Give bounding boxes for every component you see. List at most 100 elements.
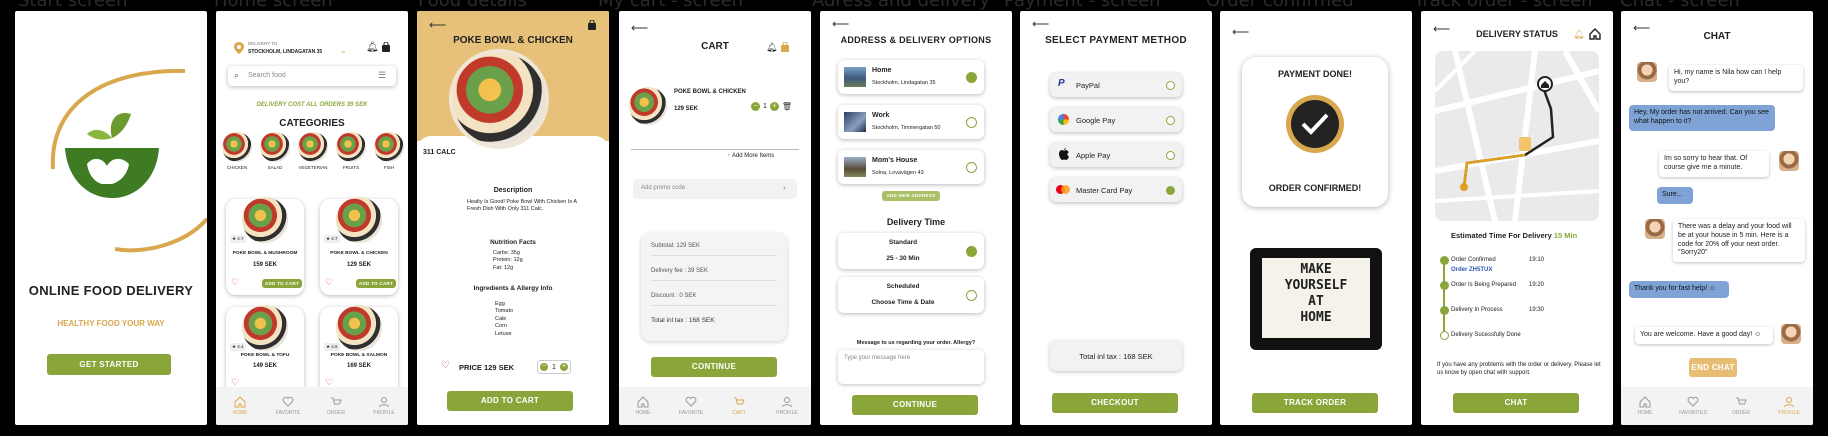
address-option-home[interactable]: Home Stockholm, Lindagatan 35 bbox=[838, 60, 984, 94]
timeline-step: Delivery Sucessfully Done bbox=[1451, 332, 1521, 338]
nav-cart[interactable]: CART bbox=[724, 396, 754, 416]
category-item[interactable]: VEGETERIAN bbox=[296, 132, 330, 170]
bag-icon[interactable] bbox=[587, 20, 597, 30]
chevron-down-icon[interactable]: ⌄ bbox=[340, 46, 347, 55]
nav-profile[interactable]: PROFILE bbox=[1774, 396, 1804, 416]
back-arrow-icon[interactable]: ⟵ bbox=[1232, 25, 1249, 39]
checkout-button[interactable]: CHECKOUT bbox=[1052, 393, 1178, 413]
confirmed-screen: ⟵ PAYMENT DONE! ORDER CONFIRMED! MAKE YOU… bbox=[1220, 11, 1412, 425]
bell-icon[interactable]: 🔔︎ bbox=[766, 42, 777, 53]
address-radio[interactable] bbox=[966, 72, 977, 83]
heart-icon[interactable]: ♡ bbox=[231, 277, 239, 288]
back-arrow-icon[interactable]: ⟵ bbox=[429, 18, 446, 32]
plus-button[interactable]: + bbox=[769, 102, 779, 111]
payment-option-paypal[interactable]: P PayPal bbox=[1050, 73, 1182, 97]
map-view[interactable] bbox=[1435, 51, 1599, 221]
address-thumbnail bbox=[844, 112, 866, 132]
address-thumbnail bbox=[844, 67, 866, 87]
add-to-cart-button[interactable]: ADD TO CART bbox=[262, 279, 302, 288]
nav-favorites[interactable]: FAVORITES bbox=[1678, 396, 1708, 416]
payment-radio[interactable] bbox=[1166, 151, 1175, 160]
add-to-cart-button[interactable]: ADD TO CART bbox=[447, 391, 573, 411]
chat-button[interactable]: CHAT bbox=[1453, 393, 1579, 413]
delivery-radio[interactable] bbox=[966, 246, 977, 257]
product-card[interactable]: ★ 4.6 POKE BOWL & SALMON 169 SEK ♡ bbox=[320, 305, 398, 397]
rating-badge: ★ 4.4 bbox=[230, 343, 246, 351]
payment-radio[interactable] bbox=[1166, 116, 1175, 125]
trash-icon[interactable]: 🗑︎ bbox=[782, 102, 792, 111]
product-card[interactable]: ★ 4.7 POKE BOWL & MUSHROOM 159 SEK ♡ ADD… bbox=[226, 197, 304, 295]
address-option-moms-house[interactable]: Mom's House Solna, Lovavägen 43 bbox=[838, 150, 984, 184]
bag-icon[interactable] bbox=[780, 42, 790, 52]
back-arrow-icon[interactable]: ⟵ bbox=[1032, 17, 1049, 31]
minus-button[interactable]: − bbox=[540, 363, 549, 371]
address-thumbnail bbox=[844, 157, 866, 177]
address-option-work[interactable]: Work Stockholm, Timmergatan 50 bbox=[838, 105, 984, 139]
address-radio[interactable] bbox=[966, 117, 977, 128]
screen-title-cart: My cart - screen bbox=[598, 0, 744, 11]
nav-profile[interactable]: PROFILE bbox=[369, 396, 399, 416]
continue-button[interactable]: CONTINUE bbox=[852, 395, 978, 415]
delivery-address[interactable]: STOCKHOLM, LINDAGATAN 35 bbox=[248, 49, 322, 55]
track-order-button[interactable]: TRACK ORDER bbox=[1252, 393, 1378, 413]
search-input[interactable]: Search food bbox=[248, 72, 286, 79]
nav-home[interactable]: HOME bbox=[1630, 396, 1660, 416]
plus-button[interactable]: + bbox=[559, 363, 568, 371]
filter-icon[interactable]: ☰ bbox=[378, 70, 386, 81]
payment-option-master-card[interactable]: Master Card Pay bbox=[1050, 178, 1182, 202]
quantity-stepper[interactable]: − 1 + bbox=[537, 360, 571, 374]
continue-button[interactable]: CONTINUE bbox=[651, 357, 777, 377]
categories-title: CATEGORIES bbox=[279, 118, 345, 129]
home-icon[interactable] bbox=[1589, 28, 1601, 40]
message-textarea[interactable]: Type your message here bbox=[838, 350, 984, 384]
nutrition-title: Nutrition Facts bbox=[490, 239, 536, 246]
delivery-option-standard[interactable]: Standard 25 - 30 Min bbox=[838, 233, 984, 269]
delivery-radio[interactable] bbox=[966, 290, 977, 301]
nav-favorite[interactable]: FAVORITE bbox=[676, 396, 706, 416]
search-bar[interactable]: ⌕ Search food ☰ bbox=[228, 66, 396, 86]
product-card[interactable]: ★ 4.7 POKE BOWL & CHICKEN 129 SEK ♡ ADD … bbox=[320, 197, 398, 295]
heart-icon[interactable]: ♡ bbox=[441, 360, 450, 371]
product-card[interactable]: ★ 4.4 POKE BOWL & TOFU 149 SEK ♡ bbox=[226, 305, 304, 397]
nav-favorite[interactable]: FAVORITE bbox=[273, 396, 303, 416]
back-arrow-icon[interactable]: ⟵ bbox=[631, 21, 648, 35]
category-item[interactable]: FISH bbox=[372, 132, 406, 170]
nav-profile[interactable]: PROFILE bbox=[772, 396, 802, 416]
add-new-address-button[interactable]: ADD NEW ADDRESS bbox=[882, 191, 940, 201]
delivery-option-scheduled[interactable]: Scheduled Choose Time & Date bbox=[838, 277, 984, 313]
minus-button[interactable]: − bbox=[751, 102, 760, 111]
payment-radio[interactable] bbox=[1166, 186, 1175, 195]
add-more-items-link[interactable]: + Add More Items bbox=[727, 153, 774, 159]
description-text: Healty Is Good! Poke Bowl With Chicken I… bbox=[467, 199, 577, 213]
category-item[interactable]: CHICKEN bbox=[220, 132, 254, 170]
nav-order[interactable]: ORDER bbox=[321, 396, 351, 416]
payment-option-apple-pay[interactable]: Apple Pay bbox=[1050, 143, 1182, 167]
quantity-stepper[interactable]: − 1 + 🗑︎ bbox=[751, 102, 792, 111]
heart-icon[interactable]: ♡ bbox=[325, 277, 333, 288]
back-arrow-icon[interactable]: ⟵ bbox=[832, 17, 849, 31]
promo-code-field[interactable]: Add promo code › bbox=[633, 179, 797, 199]
end-chat-button[interactable]: END CHAT bbox=[1689, 358, 1737, 377]
category-item[interactable]: SALAD bbox=[258, 132, 292, 170]
chat-title: CHAT bbox=[1703, 31, 1731, 42]
nav-home[interactable]: HOME bbox=[225, 396, 255, 416]
order-number-link[interactable]: Order ZH5TUX bbox=[1451, 267, 1492, 273]
bag-icon[interactable] bbox=[381, 42, 391, 52]
bell-icon[interactable]: 🔔︎ bbox=[366, 42, 379, 53]
bell-icon[interactable]: 🔔︎ bbox=[1573, 29, 1584, 40]
bottom-nav: HOME FAVORITE CART PROFILE bbox=[619, 387, 811, 425]
address-radio[interactable] bbox=[966, 162, 977, 173]
category-item[interactable]: FRUITS bbox=[334, 132, 368, 170]
nav-home[interactable]: HOME bbox=[628, 396, 658, 416]
add-to-cart-button[interactable]: ADD TO CART bbox=[356, 279, 396, 288]
payment-option-google-pay[interactable]: Google Pay bbox=[1050, 108, 1182, 132]
description-title: Description bbox=[493, 187, 533, 194]
food-image bbox=[336, 197, 382, 243]
nav-order[interactable]: ORDER bbox=[1726, 396, 1756, 416]
app-title: ONLINE FOOD DELIVERY bbox=[28, 283, 194, 298]
screen-title-details: Food details bbox=[418, 0, 527, 11]
delivery-time-title: Delivery Time bbox=[886, 217, 946, 227]
payment-title: SELECT PAYMENT METHOD bbox=[1045, 35, 1187, 46]
get-started-button[interactable]: GET STARTED bbox=[47, 354, 171, 375]
payment-radio[interactable] bbox=[1166, 81, 1175, 90]
